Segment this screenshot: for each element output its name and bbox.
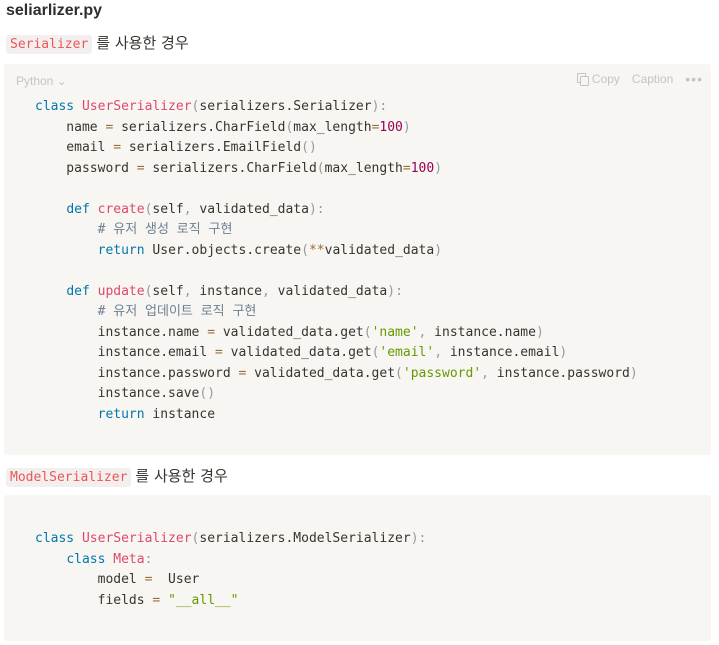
section-heading-model-serializer: ModelSerializer 를 사용한 경우 xyxy=(6,464,228,488)
caption-button[interactable]: Caption xyxy=(632,72,673,86)
copy-icon xyxy=(576,73,589,86)
copy-button[interactable]: Copy xyxy=(576,72,620,86)
more-options-icon[interactable]: ••• xyxy=(685,72,703,86)
language-selector[interactable]: Python ⌄ xyxy=(16,74,67,88)
file-title: seliarlizer.py xyxy=(6,2,103,19)
heading-suffix: 를 사용한 경우 xyxy=(96,34,189,52)
copy-label: Copy xyxy=(591,72,620,86)
code-block-serializer[interactable]: Python ⌄ Copy Caption ••• class UserSeri… xyxy=(4,64,711,455)
language-label: Python xyxy=(16,74,54,88)
heading-suffix: 를 사용한 경우 xyxy=(135,467,228,485)
code-toolbar: Copy Caption ••• xyxy=(576,72,703,86)
code-content[interactable]: class UserSerializer(serializers.Seriali… xyxy=(35,97,638,425)
code-block-model-serializer[interactable]: class UserSerializer(serializers.ModelSe… xyxy=(4,495,711,641)
caption-label: Caption xyxy=(631,72,674,86)
section-heading-serializer: Serializer 를 사용한 경우 xyxy=(6,31,189,55)
code-content[interactable]: class UserSerializer(serializers.ModelSe… xyxy=(35,529,426,611)
inline-code-model-serializer: ModelSerializer xyxy=(6,468,132,487)
chevron-down-icon: ⌄ xyxy=(56,74,67,88)
inline-code-serializer: Serializer xyxy=(6,35,93,54)
